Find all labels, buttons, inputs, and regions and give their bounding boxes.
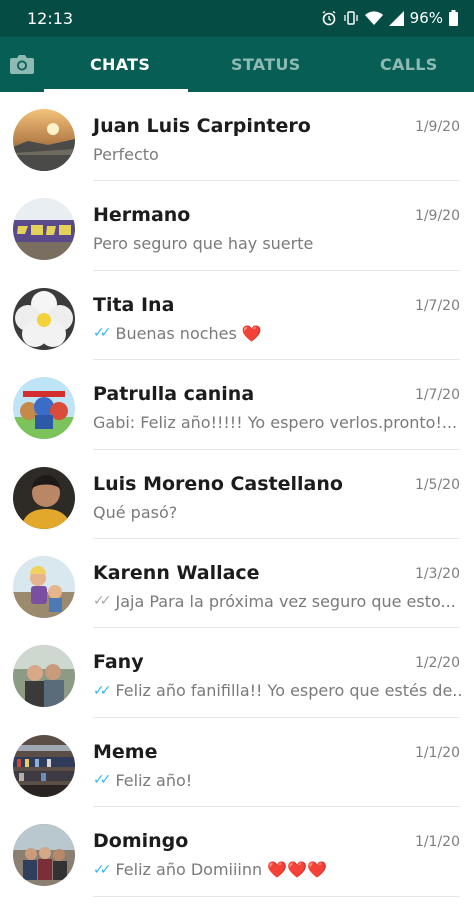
chat-name: Meme [93,740,158,763]
chat-list: Juan Luis Carpintero 1/9/20 Perfecto Her… [0,92,474,897]
chat-row[interactable]: Fany 1/2/20 ✓✓ Feliz año fanifilla!! Yo e… [0,628,474,718]
camera-icon[interactable] [9,52,35,76]
tab-status[interactable]: STATUS [231,55,301,74]
preview-text: Feliz año! [115,770,193,790]
avatar[interactable] [13,198,75,261]
battery-icon [449,10,458,26]
chat-preview: Perfecto [93,145,461,164]
chat-date: 1/9/20 [414,119,460,135]
read-ticks-icon: ✓✓ [93,772,112,789]
chat-name: Hermano [93,204,191,227]
preview-text: Perfecto [93,145,159,164]
preview-text: Feliz año fanifilla!! Yo espero que esté… [115,681,461,701]
preview-text: Buenas noches ❤️ [115,323,262,343]
battery-percent: 96% [409,9,443,27]
preview-text: Feliz año Domiiinn ❤️❤️❤️ [115,860,327,880]
tab-calls[interactable]: CALLS [380,55,438,74]
preview-text: Qué pasó? [93,502,178,522]
delivered-ticks-icon: ✓✓ [93,593,112,610]
status-icons: 96% [321,8,458,28]
vibrate-icon [344,11,358,25]
avatar[interactable] [13,645,75,708]
chat-date: 1/1/20 [414,744,460,761]
chat-row[interactable]: Luis Moreno Castellano 1/5/20 Qué pasó? [0,450,474,539]
chat-preview: Pero seguro que hay suerte [93,234,461,253]
chat-name: Domingo [93,830,189,853]
chat-name: Karenn Wallace [93,561,260,584]
chat-date: 1/9/20 [414,208,460,225]
chat-date: 1/2/20 [414,655,460,672]
chat-name: Juan Luis Carpintero [93,115,311,137]
chat-row[interactable]: Karenn Wallace 1/3/20 ✓✓ Jaja Para la pró… [0,539,474,629]
alarm-icon [322,10,336,26]
chat-date: 1/7/20 [414,297,460,314]
avatar[interactable] [13,466,75,529]
status-time: 12:13 [27,9,74,28]
chat-preview: Qué pasó? [93,503,461,522]
preview-text: Jaja Para la próxima vez seguro que esto… [115,591,456,611]
chat-preview: ✓✓ Buenas noches ❤️ [93,324,461,343]
avatar[interactable] [13,287,75,350]
divider [93,895,460,897]
read-ticks-icon: ✓✓ [93,325,112,342]
tab-chats[interactable]: CHATS [90,55,150,74]
status-bar: 12:13 96% [0,0,474,37]
chat-name: Fany [93,651,144,674]
chat-row[interactable]: Hermano 1/9/20 Pero seguro que hay suert… [0,181,474,271]
chat-preview: ✓✓ Feliz año fanifilla!! Yo espero que es… [93,681,461,700]
preview-text: Pero seguro que hay suerte [93,234,314,254]
read-ticks-icon: ✓✓ [93,861,112,878]
chat-preview: ✓✓ Jaja Para la próxima vez seguro que es… [93,592,461,611]
chat-preview: ✓✓ Feliz año! [93,771,461,790]
signal-icon [388,10,404,26]
chat-name: Patrulla canina [93,383,255,406]
chat-date: 1/3/20 [414,565,460,582]
read-ticks-icon: ✓✓ [93,682,112,699]
chat-name: Luis Moreno Castellano [93,472,343,495]
avatar[interactable] [13,555,75,618]
chat-date: 1/1/20 [414,834,460,851]
chat-name: Tita Ina [93,293,175,316]
avatar[interactable] [13,734,75,797]
chat-preview: Gabi: Feliz año!!!!! Yo espero verlos.pr… [93,413,461,432]
chat-date: 1/5/20 [414,476,460,493]
tab-bar: CHATS STATUS CALLS [0,37,474,92]
preview-text: Gabi: Feliz año!!!!! Yo espero verlos.pr… [93,413,458,433]
avatar[interactable] [13,377,75,440]
avatar[interactable] [13,824,75,887]
wifi-icon [364,10,383,25]
avatar[interactable] [13,109,75,171]
chat-preview: ✓✓ Feliz año Domiiinn ❤️❤️❤️ [93,860,461,879]
chat-row[interactable]: Juan Luis Carpintero 1/9/20 Perfecto [0,92,474,182]
chat-row[interactable]: Tita Ina 1/7/20 ✓✓ Buenas noches ❤️ [0,271,474,361]
chat-date: 1/7/20 [414,387,460,404]
chat-row[interactable]: Patrulla canina 1/7/20 Gabi: Feliz año!!… [0,360,474,450]
chat-row[interactable]: Domingo 1/1/20 ✓✓ Feliz año Domiiinn ❤️❤️… [0,807,474,897]
chat-row[interactable]: Meme 1/1/20 ✓✓ Feliz año! [0,718,474,808]
